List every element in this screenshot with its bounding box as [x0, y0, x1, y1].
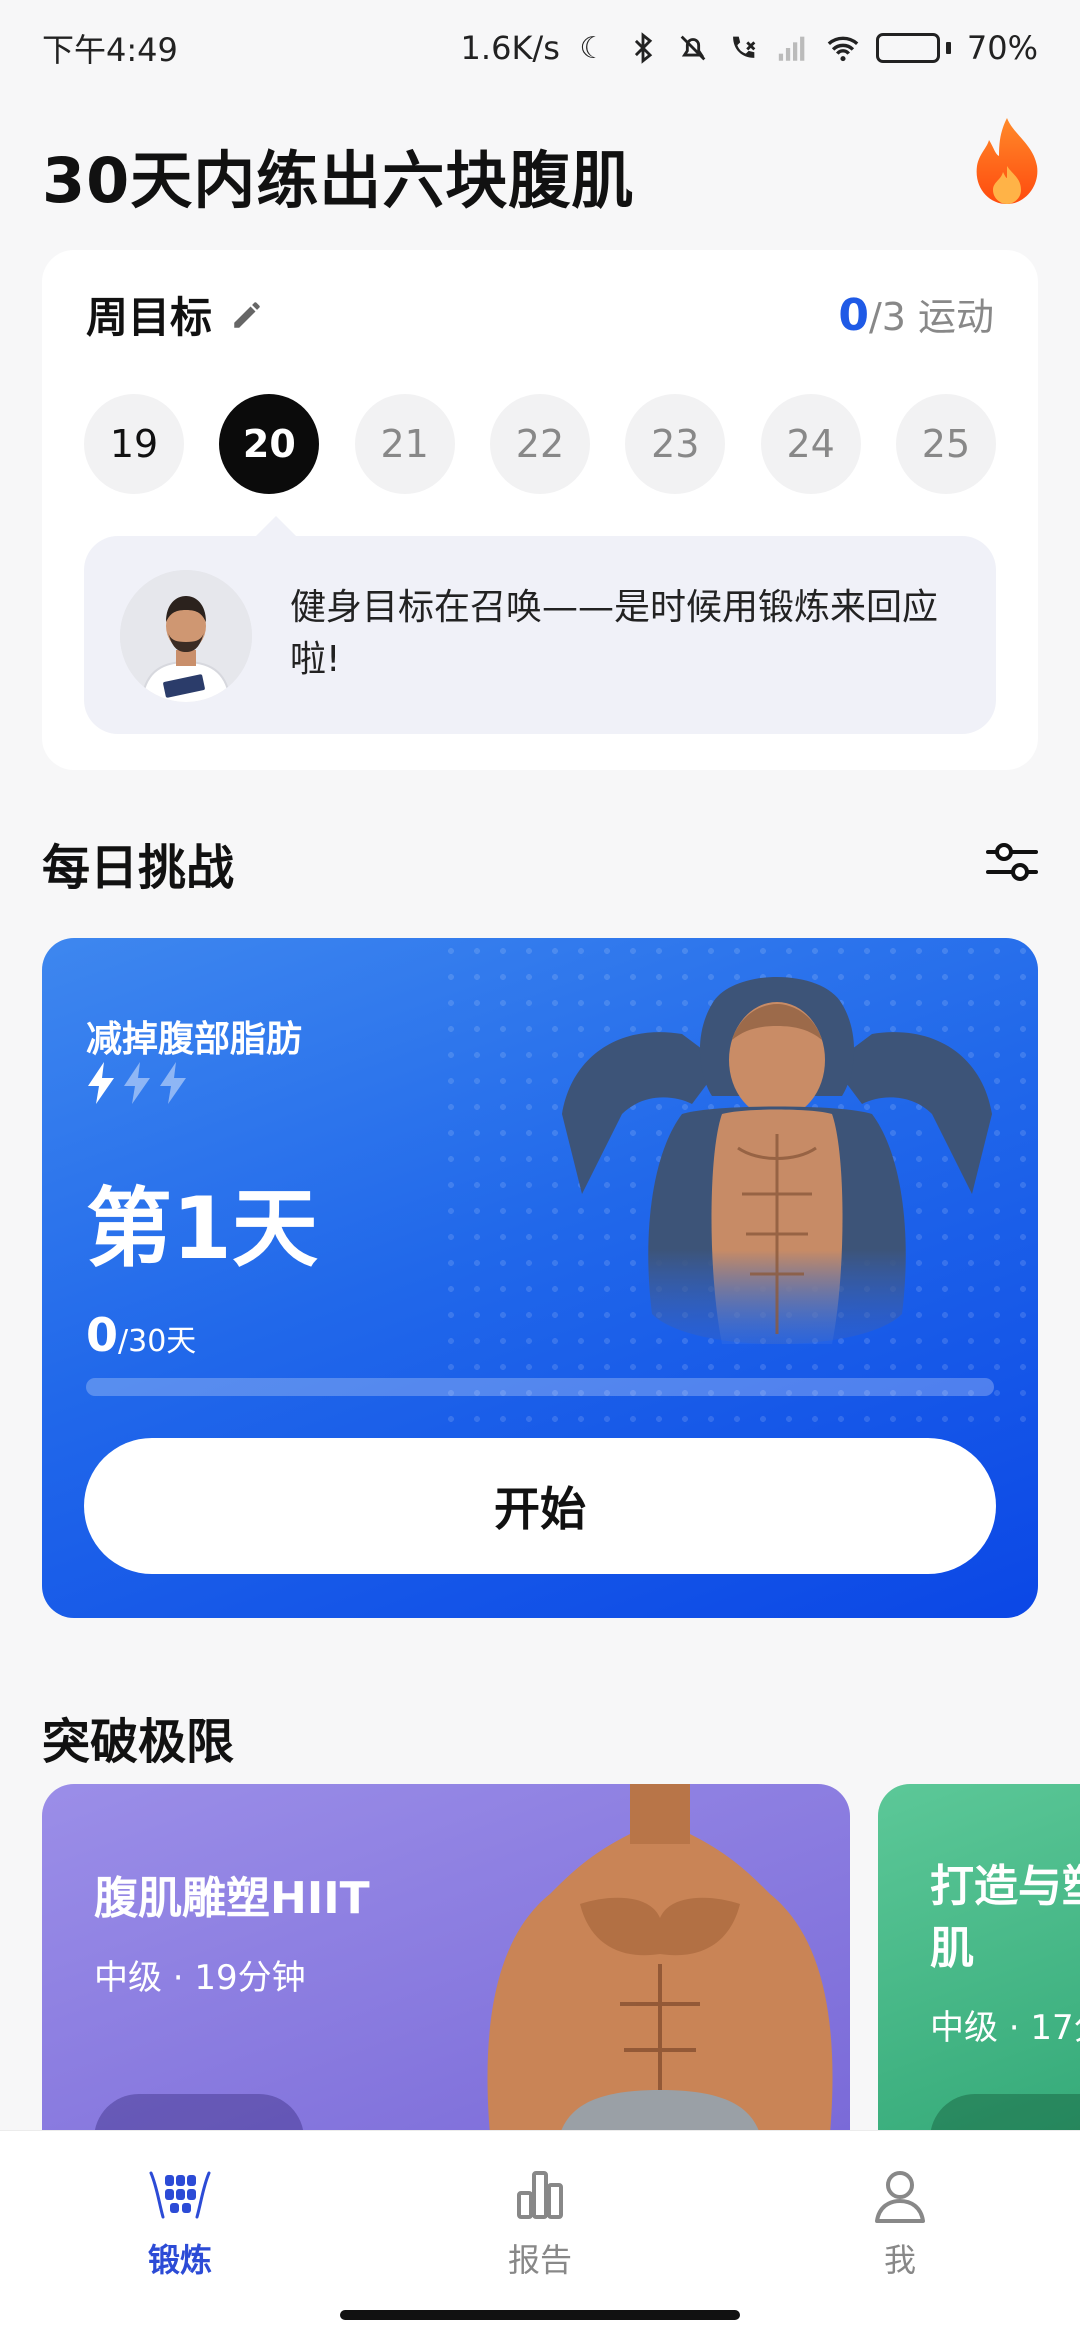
call-blocked-icon — [732, 36, 756, 58]
nav-item-workout[interactable]: 锻炼 — [80, 2165, 280, 2281]
weekly-goal-card: 周目标 0/3 运动 19 20 21 22 23 24 25 健身目标在召唤—… — [42, 250, 1038, 770]
break-limits-title: 突破极限 — [42, 1714, 235, 1770]
muscular-torso-image — [487, 1784, 833, 2134]
day-item[interactable]: 25 — [895, 394, 996, 494]
battery-icon — [875, 33, 951, 63]
nav-label: 锻炼 — [147, 2241, 212, 2279]
progress-done: 0 — [86, 1308, 119, 1362]
workout-icon — [149, 2171, 211, 2219]
daily-challenge-title: 每日挑战 — [42, 840, 235, 896]
challenge-progress-bar — [86, 1378, 994, 1396]
weekly-goal-title: 周目标 — [86, 293, 213, 342]
status-time: 下午4:49 — [42, 31, 178, 69]
day-item[interactable]: 23 — [625, 394, 726, 494]
workout-card-meta: 中级 · 19分钟 — [94, 1958, 306, 1998]
fire-icon[interactable] — [970, 116, 1044, 208]
status-icons: 1.6K/s ☾ 70% — [461, 29, 1038, 67]
network-speed: 1.6K/s — [460, 29, 560, 67]
challenge-day-label: 第1天 — [86, 1179, 318, 1279]
wifi-icon — [827, 36, 859, 62]
workout-card-meta: 中级 · 17分 — [930, 2008, 1080, 2048]
day-item[interactable]: 22 — [489, 394, 590, 494]
workout-card[interactable]: 打造与塑肌 中级 · 17分 — [878, 1784, 1080, 2134]
nav-label: 报告 — [507, 2241, 572, 2279]
moon-icon: ☾ — [579, 30, 607, 66]
profile-icon — [875, 2171, 925, 2223]
day-item[interactable]: 24 — [760, 394, 861, 494]
battery-percent: 70% — [966, 29, 1038, 67]
lightning-bolt-icon — [160, 1062, 186, 1104]
report-icon — [517, 2171, 563, 2219]
challenge-progress-text: 0/30天 — [86, 1308, 196, 1362]
home-indicator[interactable] — [340, 2310, 740, 2320]
nav-item-profile[interactable]: 我 — [800, 2165, 1000, 2281]
day-item[interactable]: 19 — [84, 394, 184, 494]
filter-sliders-icon[interactable] — [984, 836, 1040, 888]
workout-card[interactable]: 腹肌雕塑HIIT 中级 · 19分钟 — [42, 1784, 850, 2134]
daily-challenge-card[interactable]: 减掉腹部脂肪 第1天 0/30天 开始 — [42, 938, 1038, 1618]
status-bar: 下午4:49 1.6K/s ☾ 70% — [0, 0, 1080, 96]
lightning-bolt-icon — [124, 1062, 150, 1104]
challenge-subtitle: 减掉腹部脂肪 — [86, 1019, 303, 1060]
workout-card-start-button[interactable] — [930, 2094, 1080, 2134]
weekly-goal-header: 周目标 — [86, 284, 264, 345]
weekly-goal-progress: 0/3 运动 — [838, 286, 994, 341]
bluetooth-icon — [634, 32, 653, 64]
lightning-bolt-icon — [88, 1062, 114, 1104]
edit-pencil-icon[interactable] — [230, 298, 264, 332]
progress-total: /30天 — [118, 1324, 197, 1359]
day-item[interactable]: 21 — [354, 394, 455, 494]
workout-card-title: 打造与塑肌 — [930, 1861, 1080, 1974]
goal-target: /3 运动 — [868, 295, 994, 339]
page-title: 30天内练出六块腹肌 — [42, 144, 635, 217]
coach-tip-text: 健身目标在召唤——是时候用锻炼来回应啦! — [290, 587, 939, 680]
goal-completed-count: 0 — [838, 290, 869, 341]
hooded-man-illustration — [562, 977, 992, 1344]
nav-item-report[interactable]: 报告 — [440, 2165, 640, 2281]
bottom-navigation: 锻炼 报告 我 — [0, 2130, 1080, 2340]
workout-card-start-button[interactable] — [94, 2094, 304, 2134]
week-day-selector: 19 20 21 22 23 24 25 — [84, 394, 996, 494]
workout-card-title: 腹肌雕塑HIIT — [94, 1873, 370, 1924]
mute-icon — [680, 35, 706, 61]
signal-icon — [778, 36, 805, 61]
coach-avatar — [120, 570, 252, 702]
nav-label: 我 — [883, 2241, 916, 2279]
day-item-selected[interactable]: 20 — [219, 394, 320, 494]
coach-tip: 健身目标在召唤——是时候用锻炼来回应啦! — [84, 516, 996, 734]
intensity-rating — [86, 1062, 188, 1104]
start-button[interactable]: 开始 — [84, 1438, 996, 1574]
